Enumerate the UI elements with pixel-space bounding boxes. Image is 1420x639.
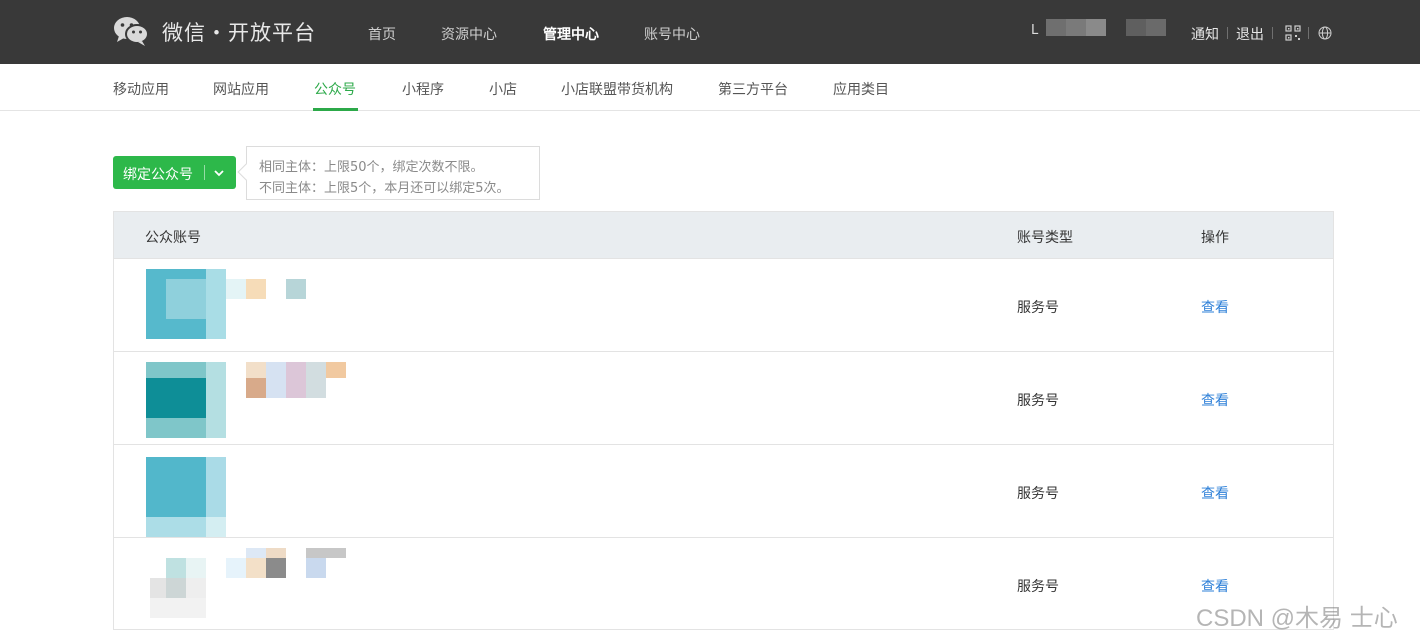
username-blur bbox=[1046, 19, 1066, 36]
button-divider bbox=[204, 165, 205, 180]
username-blur bbox=[1126, 19, 1146, 36]
account-avatar-blurred bbox=[146, 362, 386, 438]
tab-mini-programs[interactable]: 小程序 bbox=[402, 79, 444, 99]
tab-third-party[interactable]: 第三方平台 bbox=[718, 79, 788, 99]
tab-web-apps[interactable]: 网站应用 bbox=[213, 79, 269, 99]
column-header-type: 账号类型 bbox=[1017, 230, 1073, 246]
tip-same-entity: 相同主体：上限50个，绑定次数不限。 bbox=[259, 160, 484, 175]
nav-management[interactable]: 管理中心 bbox=[543, 24, 599, 44]
bind-account-label: 绑定公众号 bbox=[123, 167, 193, 183]
account-type: 服务号 bbox=[1017, 300, 1059, 316]
table-row: 服务号 查看 bbox=[114, 537, 1333, 630]
nav-home[interactable]: 首页 bbox=[368, 24, 396, 44]
account-avatar-blurred bbox=[146, 548, 386, 624]
account-type: 服务号 bbox=[1017, 486, 1059, 502]
tab-app-categories[interactable]: 应用类目 bbox=[833, 79, 889, 99]
qr-code-icon[interactable] bbox=[1285, 25, 1301, 41]
nav-account[interactable]: 账号中心 bbox=[644, 24, 700, 44]
view-link[interactable]: 查看 bbox=[1201, 483, 1229, 503]
view-link[interactable]: 查看 bbox=[1201, 576, 1229, 596]
tip-arrow bbox=[237, 163, 255, 181]
active-tab-indicator bbox=[313, 108, 358, 111]
divider bbox=[1308, 27, 1309, 39]
divider bbox=[1227, 27, 1228, 39]
username-blur bbox=[1146, 19, 1166, 36]
chevron-down-icon[interactable] bbox=[213, 167, 225, 179]
username-blur bbox=[1086, 19, 1106, 36]
account-avatar-blurred bbox=[146, 269, 386, 345]
username-blur bbox=[1066, 19, 1086, 36]
account-type: 服务号 bbox=[1017, 579, 1059, 595]
view-link[interactable]: 查看 bbox=[1201, 390, 1229, 410]
logout-link[interactable]: 退出 bbox=[1236, 24, 1264, 44]
table-row: 服务号 查看 bbox=[114, 444, 1333, 537]
notify-link[interactable]: 通知 bbox=[1191, 24, 1219, 44]
wechat-logo-icon[interactable] bbox=[113, 15, 149, 47]
table-header: 公众账号 账号类型 操作 bbox=[114, 212, 1333, 258]
view-link[interactable]: 查看 bbox=[1201, 297, 1229, 317]
table-row: 服务号 查看 bbox=[114, 258, 1333, 351]
bind-account-button[interactable]: 绑定公众号 bbox=[113, 156, 236, 189]
brand-title[interactable]: 微信・开放平台 bbox=[162, 17, 316, 47]
column-header-action: 操作 bbox=[1201, 230, 1229, 246]
accounts-table: 公众账号 账号类型 操作 服务号 查看 服务号 查看 服务号 查看 服务号 查看 bbox=[113, 211, 1334, 630]
tab-mobile-apps[interactable]: 移动应用 bbox=[113, 79, 169, 99]
account-avatar-blurred bbox=[146, 455, 386, 537]
top-bar: 微信・开放平台 首页 资源中心 管理中心 账号中心 L 通知 退出 bbox=[0, 0, 1420, 64]
tab-shop-alliance[interactable]: 小店联盟带货机构 bbox=[561, 79, 673, 99]
tip-different-entity: 不同主体：上限5个，本月还可以绑定5次。 bbox=[259, 181, 510, 196]
sub-nav: 移动应用 网站应用 公众号 小程序 小店 小店联盟带货机构 第三方平台 应用类目 bbox=[0, 64, 1420, 111]
divider bbox=[1272, 27, 1273, 39]
column-header-account: 公众账号 bbox=[145, 230, 201, 246]
globe-icon[interactable] bbox=[1318, 26, 1332, 40]
tab-shop[interactable]: 小店 bbox=[489, 79, 517, 99]
tab-official-accounts[interactable]: 公众号 bbox=[314, 79, 356, 99]
table-row: 服务号 查看 bbox=[114, 351, 1333, 444]
bind-limit-tip: 相同主体：上限50个，绑定次数不限。 不同主体：上限5个，本月还可以绑定5次。 bbox=[237, 146, 540, 200]
username[interactable]: L bbox=[1031, 23, 1038, 38]
watermark: CSDN @木易 士心 bbox=[1196, 605, 1398, 632]
nav-resources[interactable]: 资源中心 bbox=[441, 24, 497, 44]
account-type: 服务号 bbox=[1017, 393, 1059, 409]
